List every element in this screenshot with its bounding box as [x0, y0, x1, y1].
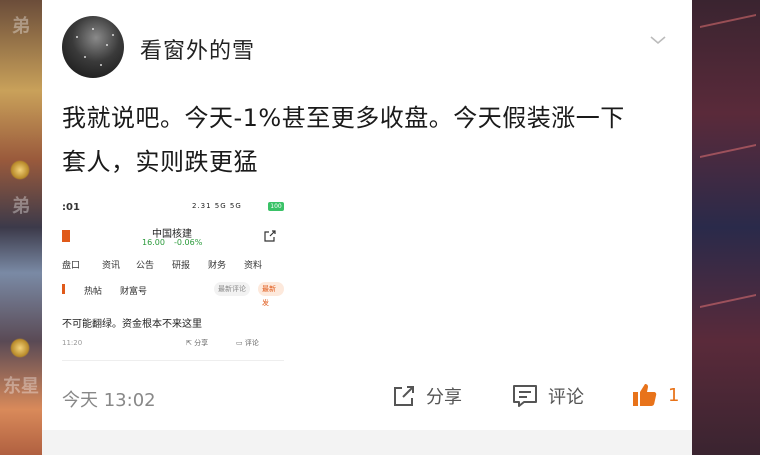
- sort-option: 最新评论: [214, 282, 250, 296]
- battery-icon: 100: [268, 202, 284, 211]
- comment-icon: ▭: [236, 339, 243, 347]
- post-image[interactable]: :01 2.31 5G 5G 100 中国核建 16.00 -0.06% 盘口 …: [62, 196, 284, 361]
- comment-button[interactable]: 评论: [512, 383, 584, 409]
- comment-share-label: 分享: [194, 339, 209, 347]
- username[interactable]: 看窗外的雪: [140, 33, 255, 65]
- background-left-panel: 弟 弟 东星: [0, 0, 42, 455]
- background-right-panel: [692, 0, 760, 455]
- tab-item: 资料: [244, 261, 263, 271]
- background-gem-icon: [5, 155, 35, 185]
- avatar[interactable]: [62, 16, 124, 78]
- post-text-line: 套人，实则跌更猛: [62, 148, 258, 176]
- post-card: 看窗外的雪 我就说吧。今天-1%甚至更多收盘。今天假装涨一下 套人，实则跌更猛 …: [42, 0, 692, 430]
- active-tab-marker: [62, 284, 65, 294]
- post-text: 我就说吧。今天-1%甚至更多收盘。今天假装涨一下 套人，实则跌更猛: [62, 96, 682, 184]
- comment-reply-label: 评论: [244, 339, 259, 347]
- status-time: :01: [62, 202, 80, 213]
- tab-item: 研报: [172, 261, 191, 271]
- share-icon: ⇱: [186, 339, 192, 347]
- tab-item: 财务: [208, 261, 227, 271]
- next-post-divider: [42, 430, 692, 455]
- app-logo-icon: [62, 230, 70, 242]
- comment-text: 不可能翻绿。资金根本不来这里: [62, 319, 202, 330]
- share-button[interactable]: 分享: [392, 383, 462, 409]
- chevron-down-icon[interactable]: [650, 32, 666, 48]
- stock-price: 16.00: [142, 238, 165, 247]
- tab-item: 盘口: [62, 261, 81, 271]
- background-ghost-text: 弟: [12, 196, 30, 217]
- share-label: 分享: [426, 387, 462, 408]
- like-button[interactable]: 1: [632, 383, 679, 407]
- share-icon: [394, 386, 414, 406]
- tab-item: 资讯: [102, 261, 121, 271]
- comment-share: ⇱ 分享: [186, 338, 208, 348]
- background-streak: [700, 14, 756, 46]
- comment-time: 11:20: [62, 339, 83, 347]
- background-gem-icon: [5, 333, 35, 363]
- background-streak: [700, 294, 756, 326]
- stock-change: -0.06%: [174, 238, 203, 247]
- comment-reply: ▭ 评论: [236, 338, 259, 348]
- comment-label: 评论: [548, 387, 584, 408]
- post-text-line: 我就说吧。今天-1%甚至更多收盘。今天假装涨一下: [62, 104, 625, 132]
- sort-option-active: 最新发: [258, 282, 284, 307]
- background-ghost-text: 弟: [12, 16, 30, 37]
- post-time: 今天 13:02: [62, 390, 156, 411]
- background-ghost-text: 东星: [3, 376, 39, 397]
- background-streak: [700, 144, 756, 176]
- tab-item: 公告: [136, 261, 155, 271]
- comment-icon: [513, 385, 537, 407]
- status-indicators: 2.31 5G 5G: [192, 202, 242, 210]
- like-count: 1: [668, 384, 680, 406]
- subtab-item: 财富号: [120, 287, 148, 297]
- thumbs-up-icon: [633, 384, 657, 406]
- share-icon: [264, 230, 276, 242]
- subtab-item: 热帖: [84, 287, 103, 297]
